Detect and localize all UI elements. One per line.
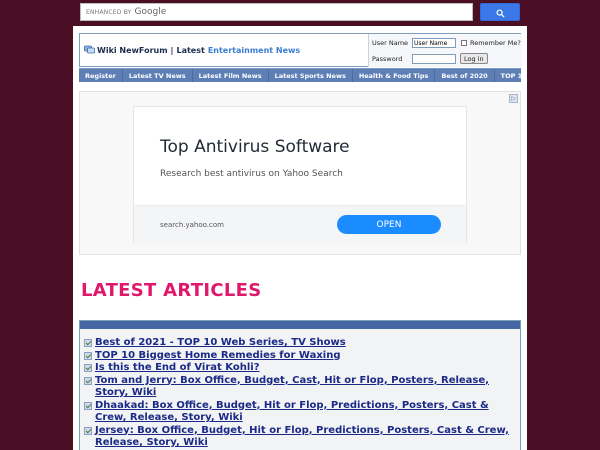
search-button[interactable] bbox=[480, 3, 520, 21]
google-wordmark: Google bbox=[134, 7, 167, 17]
header-separator: | bbox=[170, 46, 174, 55]
ad-title[interactable]: Top Antivirus Software bbox=[160, 137, 350, 157]
article-link[interactable]: Dhaakad: Box Office, Budget, Hit or Flop… bbox=[95, 400, 518, 425]
password-label: Password bbox=[372, 54, 403, 63]
login-button[interactable]: Log in bbox=[460, 53, 488, 64]
list-item: Jersey: Box Office, Budget, Hit or Flop,… bbox=[84, 425, 518, 450]
nav-top-10[interactable]: TOP 10 bbox=[495, 69, 521, 82]
username-input[interactable] bbox=[412, 38, 456, 48]
list-item: Is this the End of Virat Kohli? bbox=[84, 362, 518, 375]
checkbox-icon bbox=[84, 351, 92, 360]
list-item: Best of 2021 - TOP 10 Web Series, TV Sho… bbox=[84, 337, 518, 350]
ad-open-button[interactable]: OPEN bbox=[337, 215, 441, 234]
checkbox-icon bbox=[84, 339, 92, 347]
forum-header: Wiki NewForum | Latest Entertainment New… bbox=[79, 33, 522, 67]
article-link[interactable]: TOP 10 Biggest Home Remedies for Waxing bbox=[95, 350, 341, 363]
articles-header-bar bbox=[80, 321, 520, 329]
list-item: Tom and Jerry: Box Office, Budget, Cast,… bbox=[84, 375, 518, 400]
nav-best-of-2020[interactable]: Best of 2020 bbox=[435, 69, 495, 82]
login-panel: User Name Remember Me? Password Log in bbox=[368, 34, 522, 67]
remember-me-label: Remember Me? bbox=[470, 39, 521, 47]
checkbox-icon bbox=[84, 364, 92, 372]
enhanced-by-label: ENHANCED BY bbox=[86, 8, 132, 16]
username-row: User Name Remember Me? bbox=[372, 38, 521, 48]
tagline-start: Latest bbox=[176, 46, 205, 55]
site-logo[interactable]: Wiki NewForum | Latest Entertainment New… bbox=[84, 45, 300, 56]
article-link[interactable]: Is this the End of Virat Kohli? bbox=[95, 362, 260, 375]
nav-latest-sports-news[interactable]: Latest Sports News bbox=[269, 69, 353, 82]
site-search-bar: ENHANCED BY Google bbox=[80, 3, 520, 21]
article-link[interactable]: Best of 2021 - TOP 10 Web Series, TV Sho… bbox=[95, 337, 346, 350]
list-item: Dhaakad: Box Office, Budget, Hit or Flop… bbox=[84, 400, 518, 425]
forum-logo-icon bbox=[84, 45, 95, 56]
latest-articles-box: Best of 2021 - TOP 10 Web Series, TV Sho… bbox=[79, 320, 521, 450]
main-nav: Register Latest TV News Latest Film News… bbox=[79, 68, 521, 82]
site-name: Wiki NewForum bbox=[97, 46, 168, 55]
username-label: User Name bbox=[372, 39, 409, 47]
article-list: Best of 2021 - TOP 10 Web Series, TV Sho… bbox=[80, 329, 520, 450]
advertisement-container: ▷ Top Antivirus Software Research best a… bbox=[79, 91, 521, 255]
checkbox-icon bbox=[84, 401, 92, 410]
forum-page: Wiki NewForum | Latest Entertainment New… bbox=[73, 26, 527, 450]
ad-card[interactable]: Top Antivirus Software Research best ant… bbox=[133, 106, 467, 243]
nav-health-food-tips[interactable]: Health & Food Tips bbox=[353, 69, 436, 82]
remember-me-checkbox[interactable] bbox=[461, 40, 467, 46]
nav-latest-tv-news[interactable]: Latest TV News bbox=[123, 69, 193, 82]
article-link[interactable]: Jersey: Box Office, Budget, Hit or Flop,… bbox=[95, 425, 518, 450]
ad-footer: search.yahoo.com OPEN bbox=[134, 205, 466, 243]
list-item: TOP 10 Biggest Home Remedies for Waxing bbox=[84, 350, 518, 363]
search-icon bbox=[495, 3, 505, 22]
latest-articles-heading: LATEST ARTICLES bbox=[81, 280, 262, 301]
tagline-accent: Entertainment News bbox=[207, 46, 301, 55]
nav-register[interactable]: Register bbox=[79, 69, 123, 82]
password-input[interactable] bbox=[412, 53, 456, 64]
ad-choices-icon[interactable]: ▷ bbox=[509, 94, 518, 103]
ad-domain: search.yahoo.com bbox=[160, 221, 224, 229]
ad-subtitle: Research best antivirus on Yahoo Search bbox=[160, 169, 343, 179]
checkbox-icon bbox=[84, 426, 92, 435]
checkbox-icon bbox=[84, 376, 92, 385]
nav-latest-film-news[interactable]: Latest Film News bbox=[193, 69, 269, 82]
article-link[interactable]: Tom and Jerry: Box Office, Budget, Cast,… bbox=[95, 375, 518, 400]
search-input[interactable]: ENHANCED BY Google bbox=[80, 3, 473, 21]
password-row: Password Log in bbox=[372, 53, 488, 64]
